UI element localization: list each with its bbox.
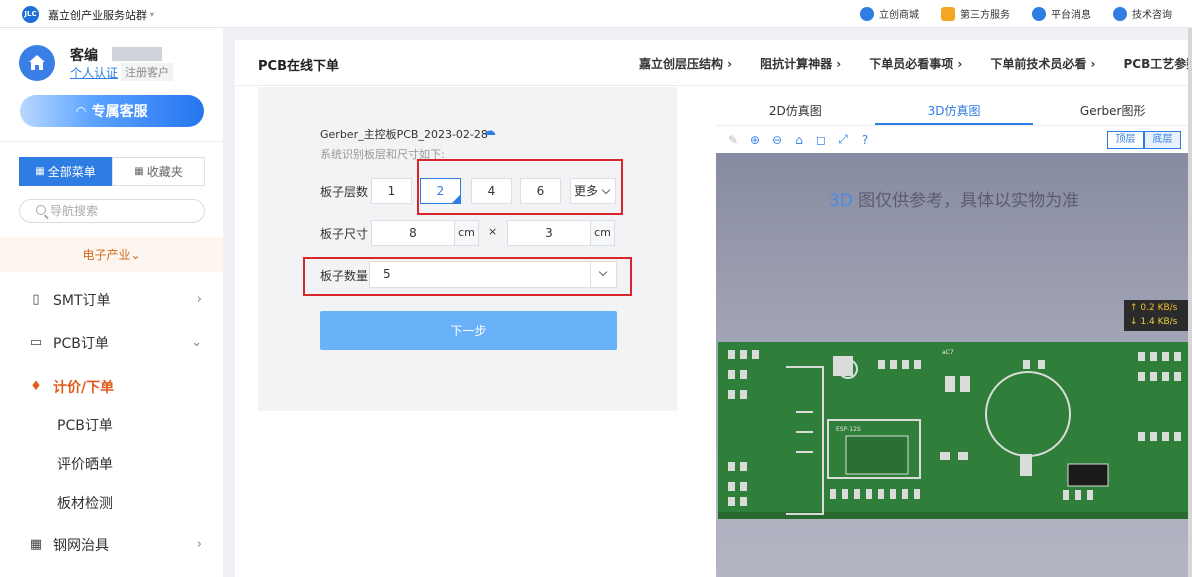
upload-speed: ↑ 0.2 KB/s — [1130, 303, 1178, 313]
size-label: 板子尺寸 — [320, 227, 369, 241]
width-unit: cm — [454, 220, 479, 246]
height-unit: cm — [590, 220, 615, 246]
link-order-notes[interactable]: 下单员必看事项 › — [869, 55, 962, 72]
zoom-out-icon[interactable]: ⊖ — [770, 133, 784, 147]
sidebar-item-quote-order[interactable]: ♦ 计价/下单 — [0, 367, 223, 406]
user-name: 客编 — [70, 48, 98, 64]
page-title: PCB在线下单 — [258, 59, 339, 74]
zoom-in-icon[interactable]: ⊕ — [748, 133, 762, 147]
link-laminate-structure[interactable]: 嘉立创层压结构 › — [639, 55, 732, 72]
help-icon[interactable]: ? — [858, 133, 872, 147]
nav-search-input[interactable]: 导航搜索 — [19, 199, 205, 223]
ic-chip — [1067, 463, 1109, 487]
times-sign: × — [488, 225, 498, 238]
network-speed-widget: ↑ 0.2 KB/s ↓ 1.4 KB/s — [1124, 300, 1190, 331]
sidebar-item-stencil[interactable]: ▦ 钢网治具 › — [0, 525, 223, 564]
chevron-down-icon: ⌄ — [130, 247, 141, 262]
book-icon: ▯ — [32, 292, 40, 307]
tab-2d-preview[interactable]: 2D仿真图 — [716, 97, 875, 125]
service-button[interactable]: ◠ 专属客服 — [20, 95, 204, 127]
upload-cloud-icon[interactable]: ☁ — [483, 124, 496, 139]
tab-all-menu[interactable]: ▦ 全部菜单 — [19, 157, 112, 186]
sidebar: 客编 个人认证 注册客户 ◠ 专属客服 ▦ 全部菜单 ▦ 收藏夹 导航搜索 电子产业 ⌄… — [0, 28, 223, 577]
height-input[interactable]: 3 — [507, 220, 591, 246]
top-link-tech-support[interactable]: 技术咨询 — [1113, 6, 1172, 21]
chevron-right-icon: › — [196, 537, 202, 552]
top-link-third-party[interactable]: 第三方服务 — [941, 6, 1010, 21]
chat-icon — [1113, 6, 1127, 21]
flame-icon: ♦ — [30, 379, 42, 394]
link-tech-notes[interactable]: 下单前技术员必看 › — [990, 55, 1095, 72]
sidebar-subitem-pcb-order[interactable]: PCB订单 — [0, 405, 223, 444]
chevron-down-icon: ⌄ — [191, 335, 202, 350]
tab-gerber[interactable]: Gerber图形 — [1033, 97, 1192, 125]
layers-label: 板子层数 — [320, 185, 369, 199]
sidebar-subitem-material-test[interactable]: 板材检测 — [0, 483, 223, 522]
download-speed: ↓ 1.4 KB/s — [1130, 317, 1178, 327]
tab-favorites[interactable]: ▦ 收藏夹 — [112, 157, 205, 186]
layer-option-1[interactable]: 1 — [371, 178, 412, 204]
esp-module-shield — [845, 435, 909, 475]
link-pcb-process-params[interactable]: PCB工艺参数 — [1124, 55, 1192, 72]
search-icon — [36, 205, 46, 215]
preview-panel: 2D仿真图 3D仿真图 Gerber图形 ✎ ⊕ ⊖ ⌂ ◻ ⤢ ? 顶层 底层… — [716, 97, 1192, 577]
brand-name: 嘉立创产业服务站群 — [48, 8, 147, 22]
document-icon: ▭ — [29, 335, 43, 350]
pcb-3d-board: ESP-12S aC7 — [718, 342, 1190, 519]
fullscreen-icon[interactable]: ⤢ — [836, 132, 850, 147]
user-badge: 注册客户 — [121, 63, 173, 81]
pcb-substrate — [718, 342, 1190, 519]
top-link-mall[interactable]: 立创商城 — [860, 6, 919, 21]
highlight-box-layers — [417, 159, 623, 215]
top-link-messages[interactable]: 平台消息 — [1032, 6, 1091, 21]
headset-icon: ◠ — [76, 104, 86, 118]
pencil-icon[interactable]: ✎ — [726, 133, 740, 147]
preview-tabs: 2D仿真图 3D仿真图 Gerber图形 — [716, 97, 1192, 126]
chevron-down-icon: ▾ — [150, 10, 155, 19]
module-label: ESP-12S — [836, 426, 861, 433]
mall-icon — [860, 6, 874, 21]
verify-link[interactable]: 个人认证 — [70, 64, 118, 81]
sidebar-item-smt-order[interactable]: ▯ SMT订单 › — [0, 280, 223, 319]
industry-selector[interactable]: 电子产业 ⌄ — [0, 237, 223, 272]
fit-icon[interactable]: ◻ — [814, 133, 828, 147]
link-impedance-calculator[interactable]: 阻抗计算神器 › — [760, 55, 841, 72]
avatar[interactable] — [19, 45, 55, 81]
brand[interactable]: JLC 嘉立创产业服务站群 ▾ — [22, 6, 154, 23]
header-links: 嘉立创层压结构 › 阻抗计算神器 › 下单员必看事项 › 下单前技术员必看 › … — [639, 55, 1192, 72]
top-layer-button[interactable]: 顶层 — [1107, 131, 1144, 149]
sidebar-subitem-reviews[interactable]: 评价晒单 — [0, 444, 223, 483]
gerber-file-name: Gerber_主控板PCB_2023-02-28 — [320, 128, 488, 141]
divider — [0, 141, 223, 142]
home-icon[interactable]: ⌂ — [792, 133, 806, 147]
table-icon: ▦ — [29, 537, 43, 552]
top-bar: JLC 嘉立创产业服务站群 ▾ 立创商城 第三方服务 平台消息 技术咨询 — [0, 0, 1192, 28]
bell-icon — [1032, 6, 1046, 21]
user-id-redacted — [112, 47, 162, 61]
main-panel: PCB在线下单 嘉立创层压结构 › 阻抗计算神器 › 下单员必看事项 › 下单前… — [235, 40, 1192, 577]
menu-tabs: ▦ 全部菜单 ▦ 收藏夹 — [19, 157, 205, 186]
top-links: 立创商城 第三方服务 平台消息 技术咨询 — [838, 6, 1172, 21]
grid-icon: ▦ — [35, 166, 45, 177]
preview-note: 3D 图仅供参考，具体以实物为准 — [828, 191, 1080, 211]
grid-icon: ▦ — [134, 166, 144, 177]
order-form: Gerber_主控板PCB_2023-02-28 ☁ 系统识别板层和尺寸如下: … — [258, 87, 677, 411]
divider — [235, 85, 1192, 86]
grid-icon — [941, 6, 955, 21]
sidebar-item-pcb-order[interactable]: ▭ PCB订单 ⌄ — [0, 323, 223, 362]
highlight-box-quantity — [303, 257, 632, 296]
3d-scene[interactable]: 3D 图仅供参考，具体以实物为准 ↑ 0.2 KB/s ↓ 1.4 KB/s E… — [716, 153, 1192, 577]
page-scrollbar[interactable] — [1188, 28, 1192, 577]
home-icon — [29, 55, 45, 70]
next-step-button[interactable]: 下一步 — [320, 311, 617, 350]
tab-3d-preview[interactable]: 3D仿真图 — [874, 97, 1034, 125]
bottom-layer-button[interactable]: 底层 — [1144, 131, 1181, 149]
width-input[interactable]: 8 — [371, 220, 455, 246]
brand-logo: JLC — [22, 6, 39, 23]
chevron-right-icon: › — [196, 292, 202, 307]
board-silkscreen: aC7 — [942, 349, 954, 356]
